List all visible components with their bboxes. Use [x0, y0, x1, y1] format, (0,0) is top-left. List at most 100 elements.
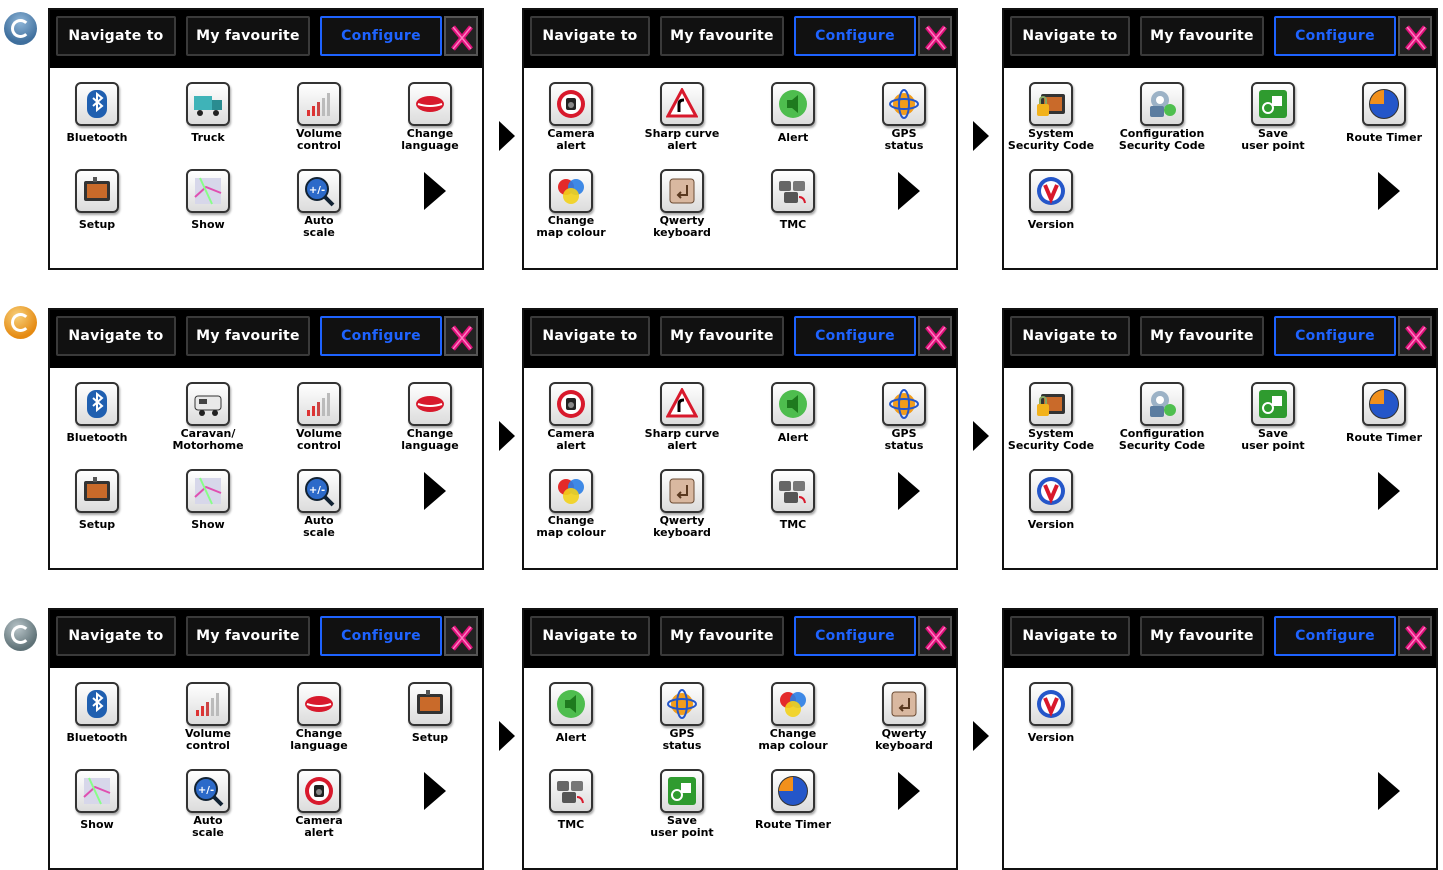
close-button[interactable] — [444, 616, 478, 656]
config-item-bluetooth[interactable]: Bluetooth — [50, 678, 152, 758]
next-page-arrow-icon[interactable] — [422, 770, 448, 812]
tab-navigate-to[interactable]: Navigate to — [1010, 16, 1130, 56]
config-item-volume[interactable]: Volume control — [153, 678, 263, 758]
brand-badge-icon — [4, 618, 37, 651]
config-item-truck[interactable]: Truck — [153, 78, 263, 158]
config-item-volume[interactable]: Volume control — [264, 78, 374, 158]
tab-my-favourite[interactable]: My favourite — [186, 16, 310, 56]
config-item-keyboard[interactable]: Qwerty keyboard — [627, 465, 737, 545]
tab-navigate-to[interactable]: Navigate to — [56, 316, 176, 356]
flow-arrow-icon — [972, 720, 990, 752]
next-page-arrow-icon[interactable] — [896, 770, 922, 812]
config-item-map[interactable]: Show — [153, 465, 263, 545]
tab-configure[interactable]: Configure — [320, 316, 442, 356]
tab-my-favourite[interactable]: My favourite — [186, 316, 310, 356]
config-item-device[interactable]: Setup — [50, 465, 152, 545]
tab-my-favourite[interactable]: My favourite — [660, 16, 784, 56]
config-item-keyboard[interactable]: Qwerty keyboard — [627, 165, 737, 245]
config-item-timer[interactable]: Route Timer — [738, 765, 848, 845]
next-page-arrow-icon[interactable] — [896, 170, 922, 212]
close-button[interactable] — [1398, 316, 1432, 356]
config-item-zoom[interactable]: +/- Auto scale — [264, 165, 374, 245]
config-item-speaker[interactable]: Alert — [738, 378, 848, 458]
tab-configure[interactable]: Configure — [1274, 616, 1396, 656]
tab-configure[interactable]: Configure — [320, 616, 442, 656]
config-item-curve[interactable]: Sharp curve alert — [627, 378, 737, 458]
config-item-camera[interactable]: Camera alert — [524, 78, 626, 158]
config-item-lock-gear[interactable]: Configuration Security Code — [1107, 78, 1217, 158]
next-page-arrow-icon[interactable] — [422, 170, 448, 212]
tab-navigate-to[interactable]: Navigate to — [1010, 316, 1130, 356]
close-button[interactable] — [1398, 616, 1432, 656]
config-item-device[interactable]: Setup — [375, 678, 482, 758]
config-item-color[interactable]: Change map colour — [738, 678, 848, 758]
config-item-lips[interactable]: Change language — [375, 378, 482, 458]
config-item-camera[interactable]: Camera alert — [524, 378, 626, 458]
config-item-keyboard[interactable]: Qwerty keyboard — [849, 678, 956, 758]
config-item-color[interactable]: Change map colour — [524, 465, 626, 545]
config-item-traffic[interactable]: TMC — [738, 465, 848, 545]
tab-my-favourite[interactable]: My favourite — [1140, 316, 1264, 356]
tab-navigate-to[interactable]: Navigate to — [530, 316, 650, 356]
config-item-speaker[interactable]: Alert — [738, 78, 848, 158]
config-item-traffic[interactable]: TMC — [524, 765, 626, 845]
config-item-map[interactable]: Show — [153, 165, 263, 245]
config-item-satellite[interactable]: GPS status — [627, 678, 737, 758]
config-item-volume[interactable]: Volume control — [264, 378, 374, 458]
close-button[interactable] — [444, 316, 478, 356]
tab-my-favourite[interactable]: My favourite — [660, 616, 784, 656]
tab-configure[interactable]: Configure — [794, 616, 916, 656]
tab-my-favourite[interactable]: My favourite — [1140, 616, 1264, 656]
config-item-color[interactable]: Change map colour — [524, 165, 626, 245]
tab-configure[interactable]: Configure — [1274, 316, 1396, 356]
next-page-arrow-icon[interactable] — [1376, 170, 1402, 212]
tab-my-favourite[interactable]: My favourite — [1140, 16, 1264, 56]
tab-my-favourite[interactable]: My favourite — [660, 316, 784, 356]
config-item-caravan[interactable]: Caravan/ Motorhome — [153, 378, 263, 458]
config-item-lips[interactable]: Change language — [375, 78, 482, 158]
config-item-curve[interactable]: Sharp curve alert — [627, 78, 737, 158]
close-button[interactable] — [918, 316, 952, 356]
tab-configure[interactable]: Configure — [320, 16, 442, 56]
config-item-zoom[interactable]: +/- Auto scale — [153, 765, 263, 845]
tab-navigate-to[interactable]: Navigate to — [1010, 616, 1130, 656]
next-page-arrow-icon[interactable] — [1376, 770, 1402, 812]
tab-navigate-to[interactable]: Navigate to — [56, 16, 176, 56]
config-item-bluetooth[interactable]: Bluetooth — [50, 378, 152, 458]
config-item-version[interactable]: Version — [1004, 465, 1106, 545]
tab-navigate-to[interactable]: Navigate to — [56, 616, 176, 656]
config-item-version[interactable]: Version — [1004, 678, 1106, 758]
config-item-map[interactable]: Show — [50, 765, 152, 845]
next-page-arrow-icon[interactable] — [422, 470, 448, 512]
config-item-traffic[interactable]: TMC — [738, 165, 848, 245]
tab-navigate-to[interactable]: Navigate to — [530, 16, 650, 56]
config-item-speaker[interactable]: Alert — [524, 678, 626, 758]
config-item-save-point[interactable]: Save user point — [1218, 378, 1328, 458]
config-item-lock-device[interactable]: System Security Code — [1004, 378, 1106, 458]
config-item-satellite[interactable]: GPS status — [849, 78, 956, 158]
close-button[interactable] — [1398, 16, 1432, 56]
close-button[interactable] — [444, 16, 478, 56]
config-item-camera[interactable]: Camera alert — [264, 765, 374, 845]
config-item-lock-gear[interactable]: Configuration Security Code — [1107, 378, 1217, 458]
config-item-device[interactable]: Setup — [50, 165, 152, 245]
tab-configure[interactable]: Configure — [1274, 16, 1396, 56]
config-item-satellite[interactable]: GPS status — [849, 378, 956, 458]
tab-my-favourite[interactable]: My favourite — [186, 616, 310, 656]
config-item-lock-device[interactable]: System Security Code — [1004, 78, 1106, 158]
tab-navigate-to[interactable]: Navigate to — [530, 616, 650, 656]
config-item-bluetooth[interactable]: Bluetooth — [50, 78, 152, 158]
close-button[interactable] — [918, 616, 952, 656]
tab-configure[interactable]: Configure — [794, 16, 916, 56]
config-item-timer[interactable]: Route Timer — [1329, 78, 1436, 158]
config-item-timer[interactable]: Route Timer — [1329, 378, 1436, 458]
next-page-arrow-icon[interactable] — [1376, 470, 1402, 512]
tab-configure[interactable]: Configure — [794, 316, 916, 356]
config-item-save-point[interactable]: Save user point — [627, 765, 737, 845]
next-page-arrow-icon[interactable] — [896, 470, 922, 512]
close-button[interactable] — [918, 16, 952, 56]
config-item-lips[interactable]: Change language — [264, 678, 374, 758]
config-item-save-point[interactable]: Save user point — [1218, 78, 1328, 158]
config-item-zoom[interactable]: +/- Auto scale — [264, 465, 374, 545]
config-item-version[interactable]: Version — [1004, 165, 1106, 245]
